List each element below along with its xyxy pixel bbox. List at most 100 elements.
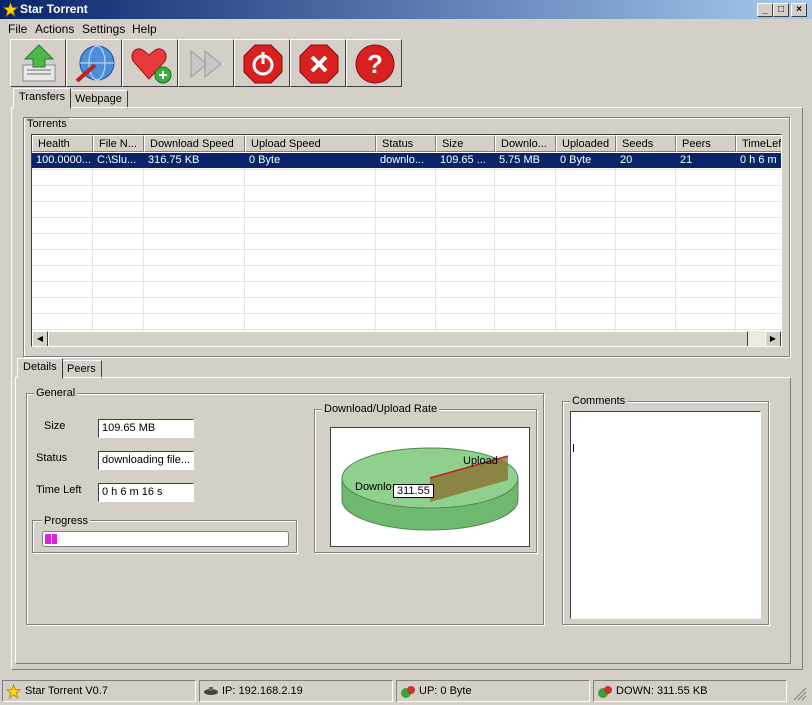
column-header[interactable]: Uploaded [556,135,616,152]
status-ip: IP: 192.168.2.19 [199,680,393,702]
window-title: Star Torrent [20,2,88,16]
grid-line [32,249,781,250]
table-cell: 21 [680,154,693,166]
rate-tooltip: 311.55 [393,484,434,498]
minimize-button[interactable]: _ [757,3,773,17]
table-cell: downlo... [380,154,425,166]
power-button[interactable] [234,39,290,87]
grid-line [32,185,781,186]
scroll-right-button[interactable]: ▶ [765,331,781,346]
status-field[interactable]: downloading file... [98,451,194,470]
table-cell: C:\Slu... [97,154,137,166]
menu-help[interactable]: Help [132,22,157,36]
grid-line [32,201,781,202]
grid-line [375,152,376,332]
status-up-text: UP: 0 Byte [419,685,472,697]
size-field[interactable]: 109.65 MB [98,419,194,438]
status-down: DOWN: 311.55 KB [593,680,787,702]
star-icon [3,2,18,17]
grid-line [555,152,556,332]
web-search-button[interactable] [66,39,122,87]
timeleft-label: Time Left [36,484,82,496]
comments-textarea[interactable] [570,411,761,619]
tab-transfers[interactable]: Transfers [13,88,72,109]
column-header[interactable]: Health [32,135,93,152]
menu-actions[interactable]: Actions [35,22,74,36]
table-cell: 0 Byte [249,154,281,166]
column-header[interactable]: Peers [676,135,736,152]
table-cell: 0 Byte [560,154,592,166]
progress-fill [45,534,57,544]
table-cell: 0 h 6 m [740,154,777,166]
title-bar[interactable]: Star Torrent _ □ × [0,0,812,19]
torrents-label: Torrents [25,118,69,130]
web-search-icon [75,45,115,83]
resize-grip[interactable] [790,684,808,702]
stop-button[interactable] [290,39,346,87]
scroll-thumb[interactable] [48,331,748,346]
horizontal-scrollbar[interactable]: ◀ ▶ [32,331,781,346]
table-cell: 109.65 ... [440,154,486,166]
scroll-left-button[interactable]: ◀ [32,331,48,346]
download-icon [598,686,612,698]
upload-slice-label: Upload [463,455,498,467]
grid-line [32,265,781,266]
grid-line [675,152,676,332]
grid-line [494,152,495,332]
menu-bar: File Actions Settings Help [0,19,812,39]
resize-grip-icon [793,687,807,701]
grid-line [244,152,245,332]
grid-line [143,152,144,332]
maximize-button[interactable]: □ [773,3,789,17]
text-cursor [573,444,574,452]
column-header[interactable]: Downlo... [495,135,556,152]
status-ip-text: IP: 192.168.2.19 [222,685,303,697]
general-label: General [34,387,78,399]
table-cell: 20 [620,154,633,166]
open-torrent-icon [22,44,56,82]
grid-line [32,217,781,218]
comments-label: Comments [570,395,628,407]
menu-file[interactable]: File [8,22,27,36]
open-torrent-button[interactable] [10,39,66,87]
grid-line [32,281,781,282]
progress-label: Progress [42,515,91,527]
add-favorite-button[interactable] [122,39,178,87]
grid-line [615,152,616,332]
column-header[interactable]: Upload Speed [245,135,376,152]
progress-bar [42,531,289,547]
svg-text:?: ? [367,49,383,79]
status-up: UP: 0 Byte [396,680,590,702]
upload-icon [401,686,415,698]
column-header[interactable]: Status [376,135,436,152]
grid-line [735,152,736,332]
grid-line [435,152,436,332]
grid-line [92,152,93,332]
torrents-table[interactable]: Health File N... Download Speed Upload Spee… [31,134,782,347]
size-label: Size [44,420,66,432]
status-app-text: Star Torrent V0.7 [25,685,108,697]
network-icon [204,687,218,695]
help-icon: ? [355,44,395,84]
power-icon [243,44,283,84]
column-header[interactable]: Download Speed [144,135,245,152]
rate-chart: Upload Downlo 311.55 [330,427,530,547]
column-header[interactable]: Size [436,135,495,152]
stop-icon [299,44,339,84]
close-button[interactable]: × [791,3,807,17]
help-button[interactable]: ? [346,39,402,87]
grid-line [32,329,781,330]
star-icon [6,684,21,699]
menu-settings[interactable]: Settings [82,22,125,36]
grid-line [32,233,781,234]
column-header[interactable]: File N... [93,135,144,152]
status-app: Star Torrent V0.7 [2,680,196,702]
tab-details[interactable]: Details [17,358,63,379]
forward-button[interactable] [178,39,234,87]
status-label: Status [36,452,68,464]
timeleft-field[interactable]: 0 h 6 m 16 s [98,483,194,502]
rate-label: Download/Upload Rate [322,403,440,415]
download-slice-label: Downlo [355,481,392,493]
column-header[interactable]: Seeds [616,135,676,152]
column-header[interactable]: TimeLef [736,135,781,152]
